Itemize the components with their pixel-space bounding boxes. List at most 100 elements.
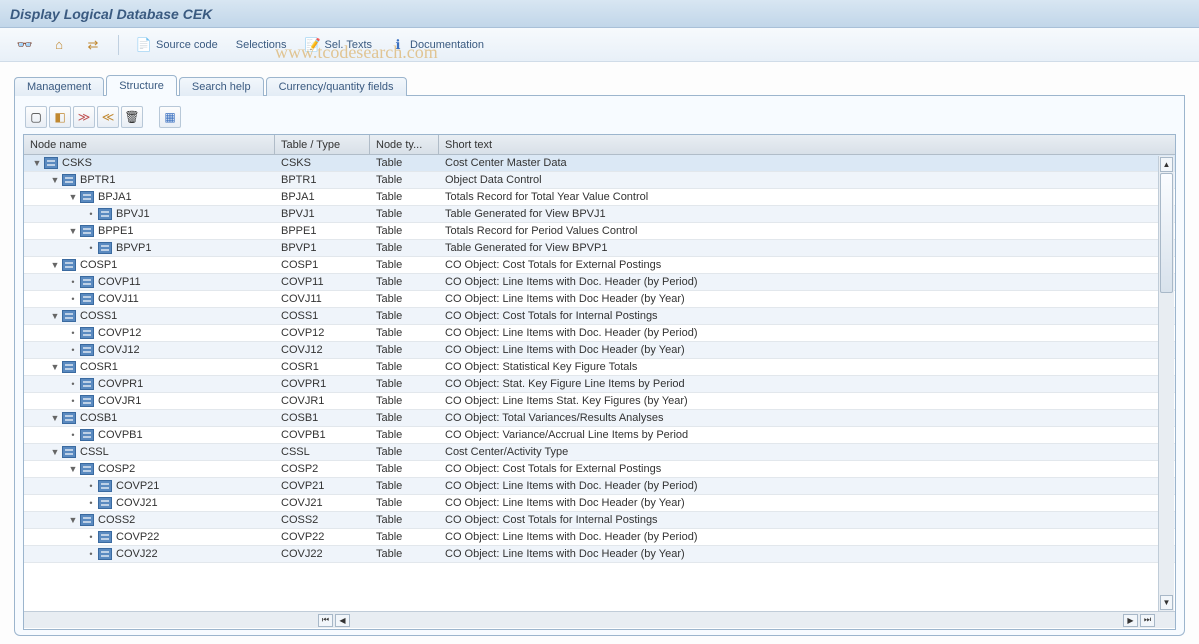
table-row[interactable]: •BPVJ1BPVJ1TableTable Generated for View… xyxy=(24,206,1175,223)
generate-button[interactable]: ⇄ xyxy=(78,34,108,56)
cell-node-type: Table xyxy=(370,463,439,475)
scroll-left-icon[interactable]: ◀ xyxy=(335,614,350,627)
documentation-button[interactable]: ℹDocumentation xyxy=(383,34,491,56)
table-node-icon xyxy=(80,327,94,339)
delete-node-button[interactable]: 🗑 xyxy=(121,106,143,128)
cell-node-type: Table xyxy=(370,225,439,237)
tab-search-help[interactable]: Search help xyxy=(179,77,264,96)
cell-table-type: CSKS xyxy=(275,157,370,169)
table-node-icon xyxy=(62,361,76,373)
table-row[interactable]: •COVPR1COVPR1TableCO Object: Stat. Key F… xyxy=(24,376,1175,393)
table-node-icon xyxy=(80,395,94,407)
table-row[interactable]: ▼COSR1COSR1TableCO Object: Statistical K… xyxy=(24,359,1175,376)
collapse-toggle-icon[interactable]: ▼ xyxy=(68,226,78,236)
scroll-right-icon[interactable]: ▶ xyxy=(1123,614,1138,627)
collapse-toggle-icon[interactable]: ▼ xyxy=(32,158,42,168)
table-row[interactable]: •COVP22COVP22TableCO Object: Line Items … xyxy=(24,529,1175,546)
table-row[interactable]: ▼CSSLCSSLTableCost Center/Activity Type xyxy=(24,444,1175,461)
collapse-icon: ≪ xyxy=(102,110,115,124)
cell-node-name: •BPVJ1 xyxy=(24,208,275,220)
selections-button[interactable]: Selections xyxy=(229,34,294,56)
table-row[interactable]: ▼COSS2COSS2TableCO Object: Cost Totals f… xyxy=(24,512,1175,529)
table-row[interactable]: ▼BPPE1BPPE1TableTotals Record for Period… xyxy=(24,223,1175,240)
table-row[interactable]: •COVJ11COVJ11TableCO Object: Line Items … xyxy=(24,291,1175,308)
table-row[interactable]: ▼COSP1COSP1TableCO Object: Cost Totals f… xyxy=(24,257,1175,274)
cell-table-type: COSS1 xyxy=(275,310,370,322)
cell-node-type: Table xyxy=(370,412,439,424)
collapse-all-button[interactable]: ≪ xyxy=(97,106,119,128)
table-row[interactable]: •COVP12COVP12TableCO Object: Line Items … xyxy=(24,325,1175,342)
collapse-toggle-icon[interactable]: ▼ xyxy=(50,362,60,372)
cell-node-name: ▼COSS1 xyxy=(24,310,275,322)
table-row[interactable]: •COVJ21COVJ21TableCO Object: Line Items … xyxy=(24,495,1175,512)
change-node-button[interactable]: ◧ xyxy=(49,106,71,128)
tab-structure[interactable]: Structure xyxy=(106,75,177,96)
tab-currency-fields[interactable]: Currency/quantity fields xyxy=(266,77,407,96)
table-row[interactable]: •COVJR1COVJR1TableCO Object: Line Items … xyxy=(24,393,1175,410)
cell-short-text: CO Object: Line Items with Doc. Header (… xyxy=(439,327,1175,339)
table-row[interactable]: •COVP21COVP21TableCO Object: Line Items … xyxy=(24,478,1175,495)
col-node-type[interactable]: Node ty... xyxy=(370,135,439,154)
col-node-name[interactable]: Node name xyxy=(24,135,275,154)
scroll-up-icon[interactable]: ▲ xyxy=(1160,157,1173,172)
cell-short-text: CO Object: Line Items Stat. Key Figures … xyxy=(439,395,1175,407)
cell-node-name: ▼COSB1 xyxy=(24,412,275,424)
content-area: Management Structure Search help Currenc… xyxy=(0,62,1199,644)
table-node-icon xyxy=(80,514,94,526)
scroll-down-icon[interactable]: ▼ xyxy=(1160,595,1173,610)
activation-button[interactable]: ⌂ xyxy=(44,34,74,56)
table-row[interactable]: •COVJ12COVJ12TableCO Object: Line Items … xyxy=(24,342,1175,359)
scroll-last-icon[interactable]: ⏭ xyxy=(1140,614,1155,627)
cell-node-type: Table xyxy=(370,327,439,339)
horizontal-scrollbar[interactable]: ⏮ ◀ ▶ ⏭ xyxy=(24,611,1175,628)
table-row[interactable]: ▼COSP2COSP2TableCO Object: Cost Totals f… xyxy=(24,461,1175,478)
scroll-thumb[interactable] xyxy=(1160,173,1173,293)
table-row[interactable]: •COVJ22COVJ22TableCO Object: Line Items … xyxy=(24,546,1175,563)
sel-texts-button[interactable]: 📝Sel. Texts xyxy=(298,34,380,56)
vertical-scrollbar[interactable]: ▲ ▼ xyxy=(1158,156,1174,611)
scroll-track[interactable] xyxy=(1159,173,1174,594)
collapse-toggle-icon[interactable]: ▼ xyxy=(50,260,60,270)
cell-short-text: Totals Record for Period Values Control xyxy=(439,225,1175,237)
table-node-icon xyxy=(62,412,76,424)
toggle-display-button[interactable]: 👓 xyxy=(10,34,40,56)
collapse-toggle-icon[interactable]: ▼ xyxy=(68,464,78,474)
table-row[interactable]: •BPVP1BPVP1TableTable Generated for View… xyxy=(24,240,1175,257)
table-node-icon xyxy=(80,344,94,356)
source-code-button[interactable]: 📄Source code xyxy=(129,34,225,56)
table-row[interactable]: ▼BPJA1BPJA1TableTotals Record for Total … xyxy=(24,189,1175,206)
create-node-button[interactable]: ▢ xyxy=(25,106,47,128)
table-row[interactable]: ▼CSKSCSKSTableCost Center Master Data xyxy=(24,155,1175,172)
cell-node-type: Table xyxy=(370,480,439,492)
node-name-label: CSSL xyxy=(80,446,109,458)
cell-table-type: COVJ12 xyxy=(275,344,370,356)
cell-node-type: Table xyxy=(370,497,439,509)
node-name-label: BPPE1 xyxy=(98,225,133,237)
collapse-toggle-icon[interactable]: ▼ xyxy=(50,175,60,185)
expand-all-button[interactable]: ≫ xyxy=(73,106,95,128)
collapse-toggle-icon[interactable]: ▼ xyxy=(50,447,60,457)
cell-table-type: COVJ11 xyxy=(275,293,370,305)
col-table-type[interactable]: Table / Type xyxy=(275,135,370,154)
cell-node-name: •COVJ21 xyxy=(24,497,275,509)
leaf-bullet-icon: • xyxy=(68,396,78,406)
table-row[interactable]: •COVPB1COVPB1TableCO Object: Variance/Ac… xyxy=(24,427,1175,444)
collapse-toggle-icon[interactable]: ▼ xyxy=(68,192,78,202)
cell-short-text: Totals Record for Total Year Value Contr… xyxy=(439,191,1175,203)
table-row[interactable]: ▼BPTR1BPTR1TableObject Data Control xyxy=(24,172,1175,189)
leaf-bullet-icon: • xyxy=(68,294,78,304)
table-node-icon xyxy=(62,174,76,186)
display-node-button[interactable]: ▦ xyxy=(159,106,181,128)
table-row[interactable]: ▼COSB1COSB1TableCO Object: Total Varianc… xyxy=(24,410,1175,427)
collapse-toggle-icon[interactable]: ▼ xyxy=(50,413,60,423)
collapse-toggle-icon[interactable]: ▼ xyxy=(68,515,78,525)
table-row[interactable]: ▼COSS1COSS1TableCO Object: Cost Totals f… xyxy=(24,308,1175,325)
cell-node-name: ▼ CSSL xyxy=(24,446,275,458)
col-short-text[interactable]: Short text xyxy=(439,135,1175,154)
scroll-first-icon[interactable]: ⏮ xyxy=(318,614,333,627)
tab-management[interactable]: Management xyxy=(14,77,104,96)
table-row[interactable]: •COVP11COVP11TableCO Object: Line Items … xyxy=(24,274,1175,291)
cell-node-type: Table xyxy=(370,208,439,220)
cell-table-type: COVP11 xyxy=(275,276,370,288)
collapse-toggle-icon[interactable]: ▼ xyxy=(50,311,60,321)
